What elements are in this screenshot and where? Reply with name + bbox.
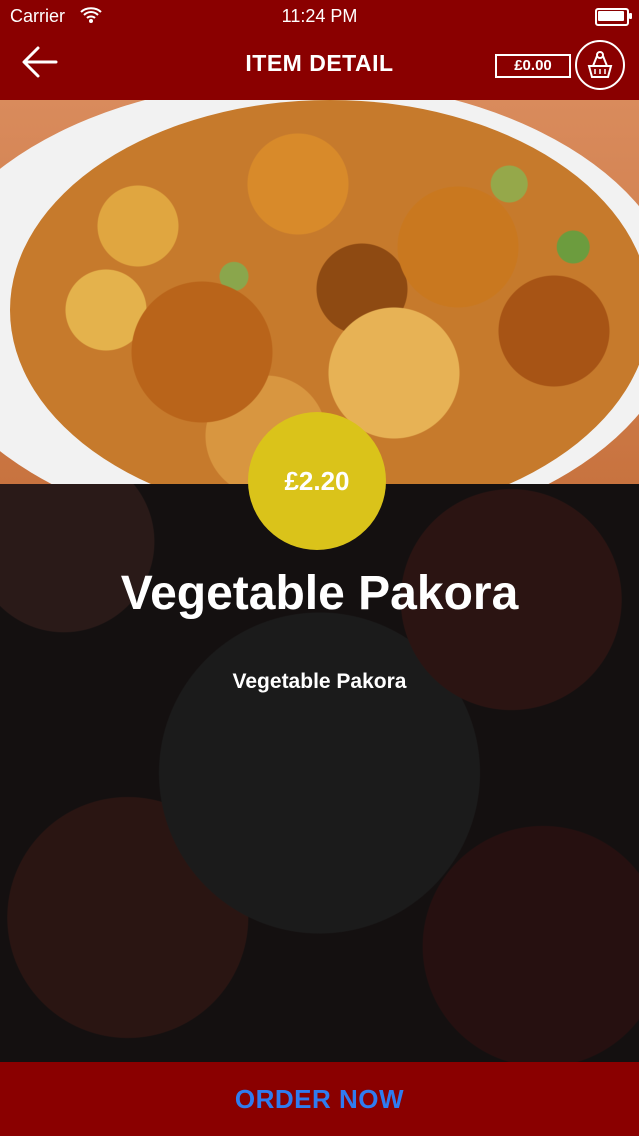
item-name: Vegetable Pakora — [120, 567, 519, 620]
item-description: Vegetable Pakora — [232, 670, 407, 693]
battery-icon — [595, 8, 632, 26]
order-now-button[interactable]: ORDER NOW — [0, 1062, 639, 1136]
cart-button[interactable]: £0.00 — [495, 40, 625, 94]
cart-total: £0.00 — [495, 54, 571, 78]
basket-icon — [575, 40, 625, 90]
top-nav-bar: ITEM DETAIL £0.00 — [0, 34, 639, 100]
status-time: 11:24 PM — [281, 6, 358, 26]
status-bar: Carrier 11:24 PM — [0, 0, 639, 34]
price-badge: £2.20 — [248, 412, 386, 550]
